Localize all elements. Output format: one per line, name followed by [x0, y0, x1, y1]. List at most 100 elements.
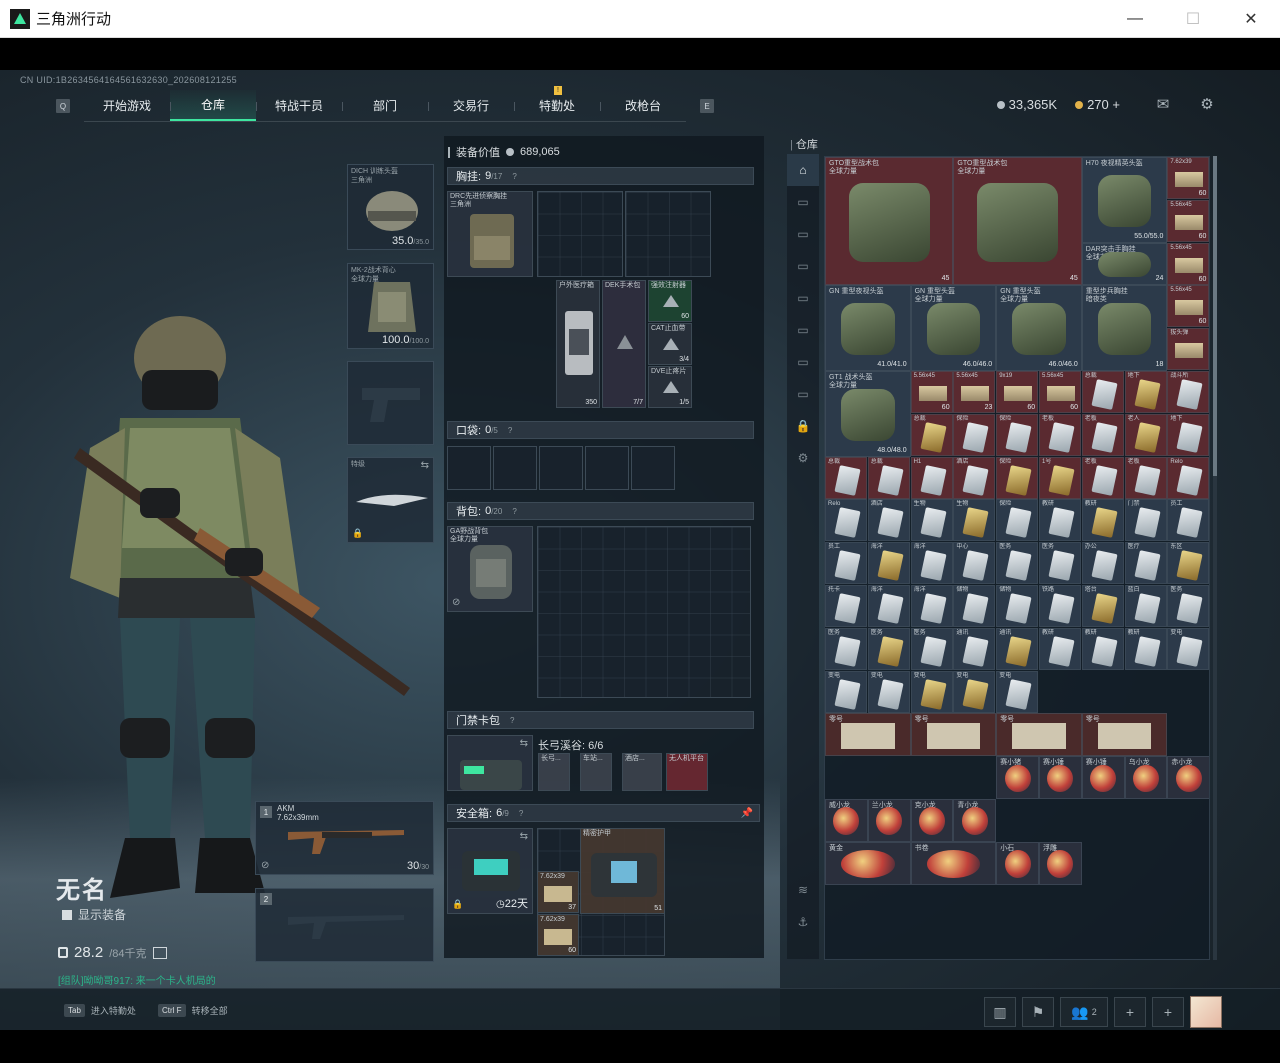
pin-icon[interactable]: 📌	[741, 808, 753, 819]
hint-special-ops[interactable]: Tab 进入特勤处	[64, 1004, 136, 1017]
keycard-2[interactable]: 车站...	[580, 753, 612, 791]
weapon-tab-7[interactable]: ▭	[787, 378, 819, 410]
ammo-item[interactable]: 5.56x45 60	[910, 371, 953, 413]
layers-icon[interactable]: ≋	[787, 874, 819, 906]
lock-icon[interactable]: 🔒	[787, 410, 819, 442]
keycard-item[interactable]: 海洋	[910, 585, 953, 627]
surgery-kit[interactable]: DEK手术包 7/7	[602, 280, 646, 408]
keycard-item[interactable]: Relo	[825, 499, 867, 542]
gear-item[interactable]: DAR突击手胸挂 全球力量24	[1081, 242, 1168, 286]
keycard-item[interactable]: 老板	[1124, 456, 1167, 499]
collectible-item[interactable]: 赛小锤	[1039, 756, 1082, 799]
keycard-item[interactable]: 东区	[1167, 542, 1209, 585]
tab-warehouse[interactable]: 仓库	[170, 90, 256, 121]
gold-add-button[interactable]: +	[1112, 97, 1120, 112]
ammo-item[interactable]: 5.56x45 60	[1167, 242, 1209, 285]
ammo-box-1[interactable]: 7.62x39 37	[537, 871, 579, 913]
ammo-item[interactable]: 拔头弹	[1167, 328, 1209, 371]
keycard-1[interactable]: 长弓...	[538, 753, 570, 791]
scrollbar-thumb[interactable]	[1213, 156, 1217, 476]
tab-trade[interactable]: 交易行	[428, 90, 514, 121]
settings-icon[interactable]: ⚙	[787, 442, 819, 474]
hint-transfer-all[interactable]: Ctrl F 转移全部	[158, 1004, 228, 1017]
keycard-item[interactable]: 员工	[825, 542, 867, 585]
gear-item[interactable]: GTO重型战术包 全球力量 45	[825, 157, 954, 286]
keycard-item[interactable]: 保险	[996, 499, 1039, 542]
armor-slot[interactable]: MK-2战术背心 全球力量 100.0/100.0	[347, 263, 434, 349]
collectible-item[interactable]: 威小龙	[825, 799, 868, 842]
keycard-item[interactable]: 总裁	[910, 413, 953, 456]
warehouse-icon[interactable]: ⌂	[787, 154, 819, 186]
keycard-item[interactable]: H1	[910, 456, 953, 499]
keycard-item[interactable]: 教研	[1039, 627, 1081, 670]
keycard-item[interactable]: 教研	[1081, 499, 1124, 542]
keycard-item[interactable]: 门禁	[1124, 499, 1167, 542]
keycard-item[interactable]: 变电	[996, 670, 1039, 713]
tab-gunsmith[interactable]: 改枪台	[600, 90, 686, 121]
melee-slot[interactable]: 特级 ⇆ 🔒	[347, 457, 434, 543]
warehouse-scrollbar[interactable]	[1213, 156, 1217, 960]
pocket-slot-4[interactable]	[585, 446, 629, 490]
keycard-item[interactable]: 蓝白	[1124, 585, 1167, 627]
collectible-item[interactable]: 青小龙	[953, 799, 997, 842]
gear-item[interactable]: GT1 战术头盔 全球力量 48.0/48.0	[825, 371, 911, 457]
pocket-slot-3[interactable]	[539, 446, 583, 490]
collectible-item[interactable]: 浮雕	[1039, 841, 1082, 885]
invite-slot-1[interactable]: +	[1114, 997, 1146, 1027]
pocket-slot-2[interactable]	[493, 446, 537, 490]
gear-item[interactable]: 重型步兵胸挂 暗夜类 18	[1081, 285, 1168, 371]
secondary-weapon-slot[interactable]: 2	[255, 888, 434, 962]
stim-injector[interactable]: 强效注射器 60	[648, 280, 692, 322]
tab-operators[interactable]: 特战干员	[256, 90, 342, 121]
painkillers[interactable]: DVE止疼片 1/5	[648, 366, 692, 408]
backpack-item[interactable]: GA野战背包 全球力量 ⊘	[447, 526, 533, 612]
collectible-item[interactable]: 赛小锤	[1081, 756, 1125, 799]
helmet-slot[interactable]: DICH 训练头盔 三角洲 35.0/35.0	[347, 164, 434, 250]
stats-icon[interactable]: ▥	[984, 997, 1016, 1027]
keycard-item[interactable]: 医务	[996, 542, 1039, 585]
collectible-item[interactable]: 书卷	[910, 841, 997, 885]
collectible-item[interactable]: 零号	[996, 713, 1082, 757]
keycard-item[interactable]: 变电	[867, 670, 910, 713]
show-gear-checkbox[interactable]	[62, 909, 72, 920]
collectible-item[interactable]: 兰小龙	[867, 799, 911, 842]
keycard-item[interactable]: 酒店	[867, 499, 910, 542]
keycard-item[interactable]: 办公	[1081, 542, 1124, 585]
squad-button[interactable]: 👥 2	[1060, 997, 1108, 1027]
keycard-item[interactable]: 医务	[867, 627, 910, 670]
weapon-tab-3[interactable]: ▭	[787, 250, 819, 282]
gear-item[interactable]: GTO重型战术包 全球力量 45	[953, 157, 1082, 286]
keycard-item[interactable]: 变电	[825, 670, 867, 713]
ammo-item[interactable]: 5.56x45 23	[953, 371, 996, 413]
keycard-item[interactable]: 员工	[1167, 499, 1209, 542]
ammo-item[interactable]: 9x19 60	[996, 371, 1039, 413]
pistol-slot[interactable]	[347, 361, 434, 445]
keycard-item[interactable]: 保险	[953, 413, 996, 456]
keycard-item[interactable]: 医务	[825, 627, 867, 670]
gear-item[interactable]: GN 重型头盔 全球力量 46.0/46.0	[910, 285, 997, 371]
keycard-case[interactable]: ⇆	[447, 735, 533, 791]
keycard-item[interactable]: 教研	[1124, 627, 1167, 670]
collectible-item[interactable]: 赤小龙	[1167, 756, 1209, 799]
warehouse-grid[interactable]: GTO重型战术包 全球力量 45 GTO重型战术包 全球力量 45 H70 夜视精英头盔…	[824, 156, 1210, 960]
ammo-item[interactable]: 5.56x45 60	[1039, 371, 1081, 413]
collectible-item[interactable]: 克小龙	[910, 799, 954, 842]
ammo-box-2[interactable]: 7.62x39 60	[537, 914, 579, 956]
keycard-item[interactable]: 保险	[996, 413, 1039, 456]
keycard-item[interactable]: 总裁	[867, 456, 910, 499]
flag-icon[interactable]: ⚑	[1022, 997, 1054, 1027]
show-gear-toggle[interactable]: 显示装备	[62, 906, 126, 923]
keycard-item[interactable]: 保险	[996, 456, 1039, 499]
keycard-item[interactable]: 总裁	[1081, 371, 1124, 413]
keycard-4[interactable]: 无人机平台	[666, 753, 708, 791]
keycard-item[interactable]: 海洋	[867, 542, 910, 585]
keycard-item[interactable]: 储物	[953, 585, 996, 627]
tourniquet[interactable]: CAT止血带 3/4	[648, 323, 692, 365]
keycard-item[interactable]: 老板	[1039, 413, 1081, 456]
keycard-item[interactable]: 老板	[1081, 413, 1124, 456]
gear-item[interactable]: H70 夜视精英头盔 55.0/55.0	[1081, 157, 1168, 243]
first-aid-kit[interactable]: 户外医疗箱 350	[556, 280, 600, 408]
keycard-item[interactable]: 战斗所	[1167, 371, 1209, 413]
collectible-item[interactable]: 赛小猪	[996, 756, 1039, 799]
collectible-item[interactable]: 小石	[996, 841, 1039, 885]
